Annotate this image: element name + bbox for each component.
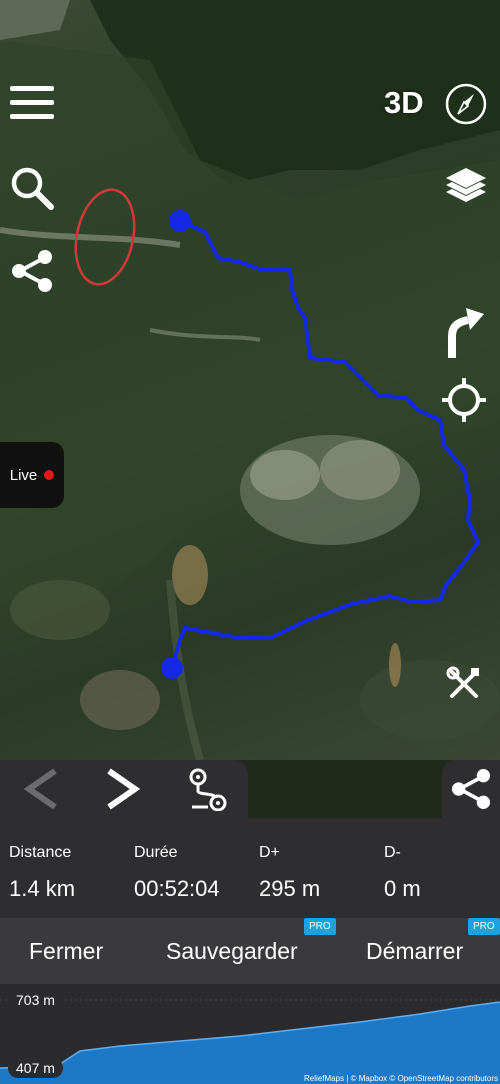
elevation-area	[0, 1002, 500, 1084]
chevron-right-icon	[107, 768, 141, 810]
stat-label: Distance	[9, 844, 72, 861]
locate-button[interactable]	[440, 376, 490, 426]
share-icon	[451, 769, 491, 809]
menu-button[interactable]	[10, 84, 56, 124]
satellite-imagery	[0, 0, 500, 760]
nav-tab	[0, 760, 248, 818]
route-button[interactable]	[184, 766, 232, 812]
stat-label: Durée	[134, 844, 178, 861]
stat-value: 00:52:04	[134, 876, 220, 901]
tools-icon	[446, 666, 479, 698]
chevron-left-icon	[23, 768, 57, 810]
directions-button[interactable]	[444, 304, 490, 360]
stat-elevation-gain: D+ 295 m	[259, 818, 384, 918]
menu-icon	[10, 86, 54, 119]
track-navigation-bar	[0, 760, 500, 818]
locate-icon	[442, 378, 486, 422]
live-tracking-button[interactable]: Live	[0, 442, 64, 508]
tools-button[interactable]	[446, 666, 486, 706]
map-attribution: ReliefMaps | © Mapbox © OpenStreetMap co…	[304, 1074, 498, 1083]
previous-button[interactable]	[18, 766, 64, 812]
map-view[interactable]: 3D Live	[0, 0, 500, 760]
save-button[interactable]: Sauvegarder	[166, 938, 298, 965]
stat-label: D+	[259, 844, 280, 861]
track-stats: Distance 1.4 km Durée 00:52:04 D+ 295 m …	[0, 818, 500, 918]
turn-arrow-icon	[448, 308, 484, 358]
share-icon	[12, 250, 52, 292]
live-label: Live	[9, 466, 38, 484]
next-button[interactable]	[100, 766, 146, 812]
compass-icon	[445, 83, 487, 125]
close-button[interactable]: Fermer	[29, 938, 103, 965]
layers-button[interactable]	[444, 166, 490, 210]
pro-badge: PRO	[468, 918, 500, 935]
pro-badge: PRO	[304, 918, 336, 935]
stat-value: 0 m	[384, 876, 421, 901]
stat-label: D-	[384, 844, 401, 861]
action-bar: Fermer Sauvegarder PRO Démarrer PRO	[0, 918, 500, 984]
track-start-point	[169, 210, 191, 232]
3d-toggle-button[interactable]: 3D	[384, 85, 424, 121]
share-map-button[interactable]	[10, 250, 56, 294]
elevation-min-label: 407 m	[8, 1058, 63, 1078]
route-icon	[189, 768, 227, 811]
stat-distance: Distance 1.4 km	[9, 818, 134, 918]
live-dot	[44, 470, 55, 480]
search-icon	[11, 167, 54, 210]
start-button[interactable]: Démarrer	[366, 938, 463, 965]
elevation-chart	[0, 999, 500, 1084]
elevation-profile[interactable]: 703 m 407 m ReliefMaps | © Mapbox © Open…	[0, 984, 500, 1084]
compass-button[interactable]	[444, 82, 490, 128]
stat-value: 1.4 km	[9, 876, 76, 901]
stat-elevation-loss: D- 0 m	[384, 818, 500, 918]
layers-icon	[446, 168, 486, 202]
track-end-point	[161, 657, 183, 679]
search-button[interactable]	[10, 166, 56, 212]
elevation-max-label: 703 m	[8, 990, 63, 1010]
share-track-button[interactable]	[442, 760, 500, 818]
stat-value: 295 m	[259, 876, 321, 901]
stat-duration: Durée 00:52:04	[134, 818, 259, 918]
